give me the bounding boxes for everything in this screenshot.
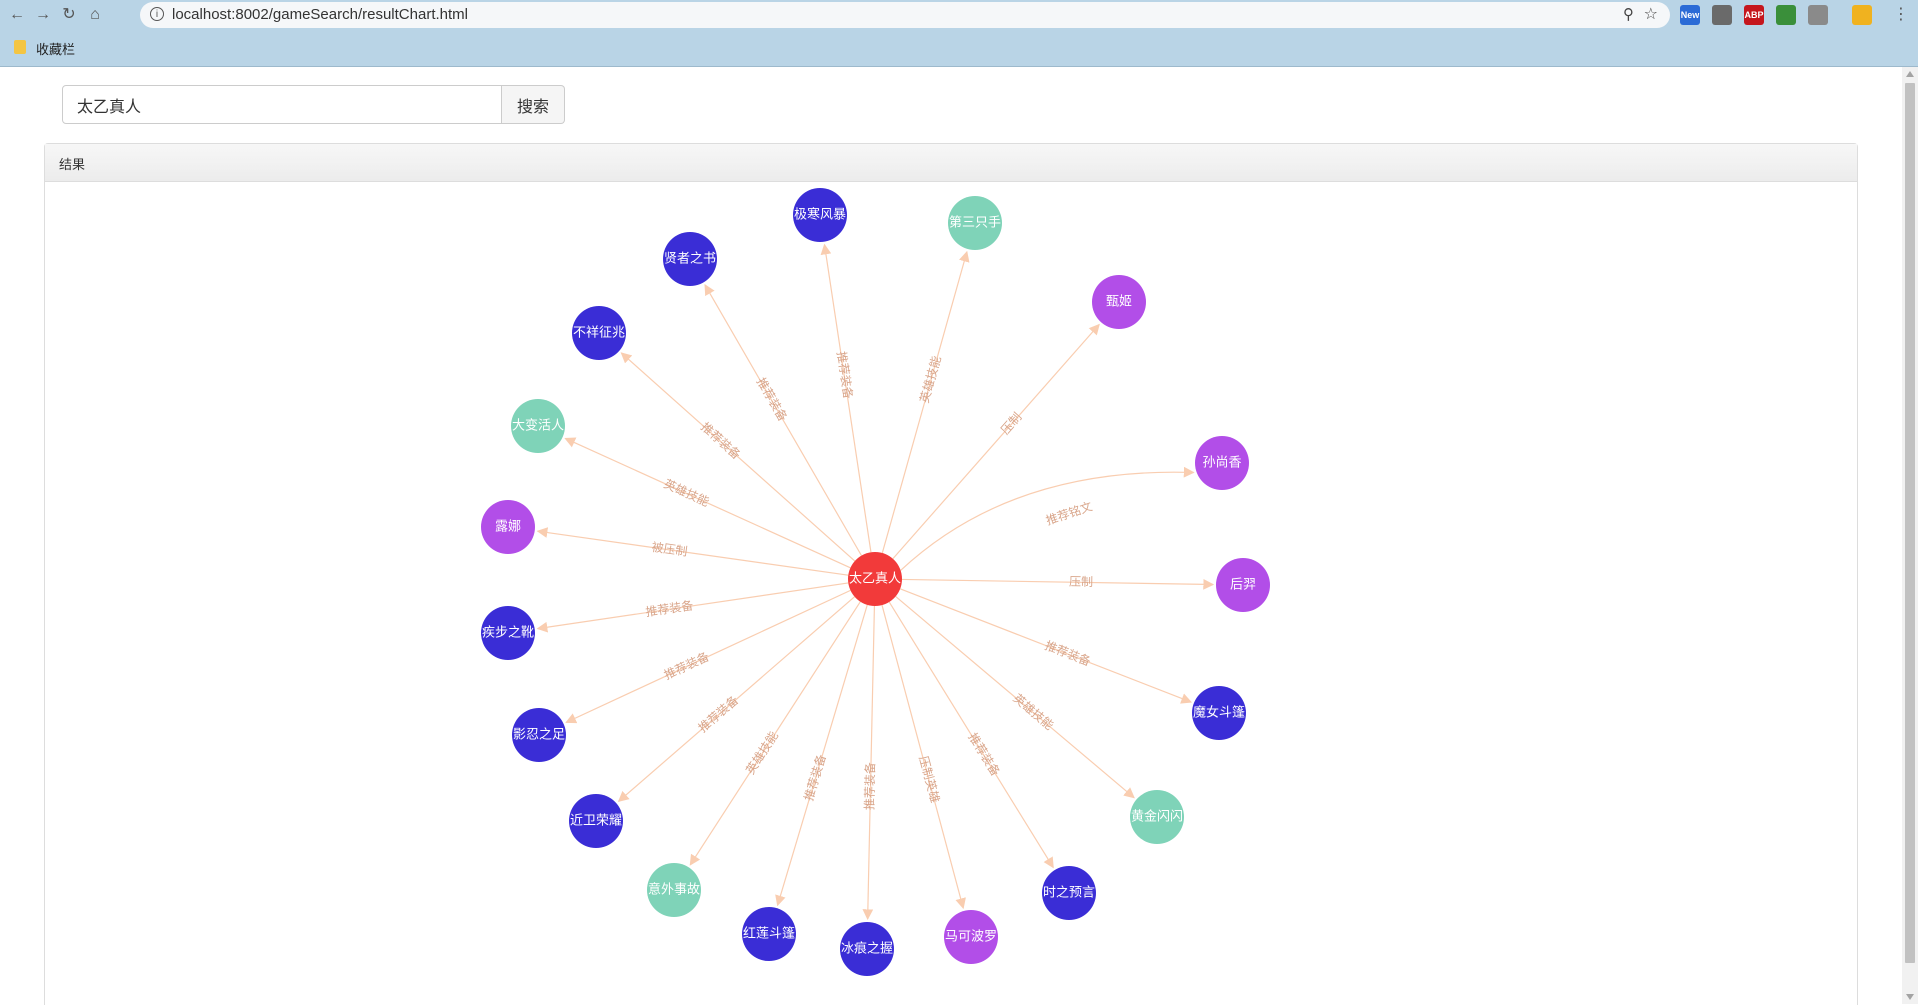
- graph-edge: [901, 578, 1215, 590]
- node-label: 冰痕之握: [841, 941, 893, 957]
- node-label: 极寒风暴: [794, 207, 846, 223]
- center-node[interactable]: 太乙真人: [848, 552, 902, 606]
- edge-label: 被压制: [651, 540, 689, 559]
- graph-node[interactable]: 不祥征兆: [572, 306, 626, 360]
- node-label: 黄金闪闪: [1131, 809, 1183, 825]
- edge-label: 推荐装备: [834, 350, 855, 400]
- edge-label: 推荐装备: [965, 730, 1002, 778]
- edge-label: 压制: [1069, 575, 1093, 589]
- edge-label: 推荐铭文: [1044, 498, 1094, 527]
- edge-label: 推荐装备: [698, 420, 743, 462]
- graph-node[interactable]: 露娜: [481, 500, 535, 554]
- node-label: 时之预言: [1043, 886, 1095, 901]
- center-node-label: 太乙真人: [849, 572, 901, 587]
- node-label: 大变活人: [512, 418, 564, 434]
- edge-label: 推荐装备: [802, 753, 829, 803]
- graph-node[interactable]: 影忍之足: [512, 708, 566, 762]
- graph-node[interactable]: 冰痕之握: [840, 922, 894, 976]
- edge-label: 英雄技能: [662, 476, 712, 510]
- graph-node[interactable]: 后羿: [1216, 558, 1270, 612]
- graph-edge: [536, 527, 849, 576]
- graph-node[interactable]: 疾步之靴: [481, 606, 535, 660]
- node-label: 后羿: [1230, 578, 1256, 593]
- node-label: 影忍之足: [513, 728, 565, 743]
- graph-node[interactable]: 贤者之书: [663, 232, 717, 286]
- node-label: 第三只手: [949, 216, 1001, 231]
- graph-edge: [892, 323, 1100, 560]
- graph-node[interactable]: 大变活人: [511, 399, 565, 453]
- edge-label: 推荐装备: [662, 649, 711, 682]
- graph-node[interactable]: 甄姬: [1092, 275, 1146, 329]
- graph-node[interactable]: 意外事故: [647, 863, 701, 917]
- node-label: 露娜: [495, 520, 521, 535]
- edge-label: 英雄技能: [742, 728, 781, 776]
- relationship-graph: 推荐装备 英雄技能压制推荐铭文压制推荐装备英雄技能推荐装备压制英雄推荐装备推荐装备…: [481, 188, 1270, 976]
- edge-label: 英雄技能: [916, 354, 943, 404]
- node-label: 甄姬: [1106, 295, 1132, 310]
- graph-node[interactable]: 马可波罗: [944, 910, 998, 964]
- graph-node[interactable]: 魔女斗篷: [1192, 686, 1246, 740]
- edge-label: 推荐装备: [1043, 638, 1093, 668]
- edge-label: 推荐装备: [645, 598, 695, 619]
- node-label: 红莲斗篷: [743, 926, 795, 942]
- node-label: 孙尚香: [1202, 456, 1241, 471]
- node-label: 意外事故: [648, 882, 700, 898]
- graph-node[interactable]: 红莲斗篷: [742, 907, 796, 961]
- edge-label: 英雄技能: [1010, 690, 1056, 732]
- graph-node[interactable]: 时之预言: [1042, 866, 1096, 920]
- node-label: 马可波罗: [945, 930, 997, 945]
- node-label: 不祥征兆: [573, 326, 625, 341]
- node-label: 魔女斗篷: [1193, 705, 1245, 721]
- graph-node[interactable]: 极寒风暴: [793, 188, 847, 242]
- node-label: 疾步之靴: [482, 626, 534, 641]
- edge-label: 推荐装备: [696, 693, 741, 735]
- node-label: 贤者之书: [664, 252, 716, 267]
- graph-node[interactable]: 第三只手: [948, 196, 1002, 250]
- graph-node[interactable]: 黄金闪闪: [1130, 790, 1184, 844]
- edge-label: 压制英雄: [916, 754, 943, 804]
- edge-label: 推荐装备: [754, 375, 790, 424]
- graph-node[interactable]: 近卫荣耀: [569, 794, 623, 848]
- node-label: 近卫荣耀: [570, 814, 622, 829]
- graph-node[interactable]: 孙尚香: [1195, 436, 1249, 490]
- edge-label: 推荐装备: [863, 762, 878, 810]
